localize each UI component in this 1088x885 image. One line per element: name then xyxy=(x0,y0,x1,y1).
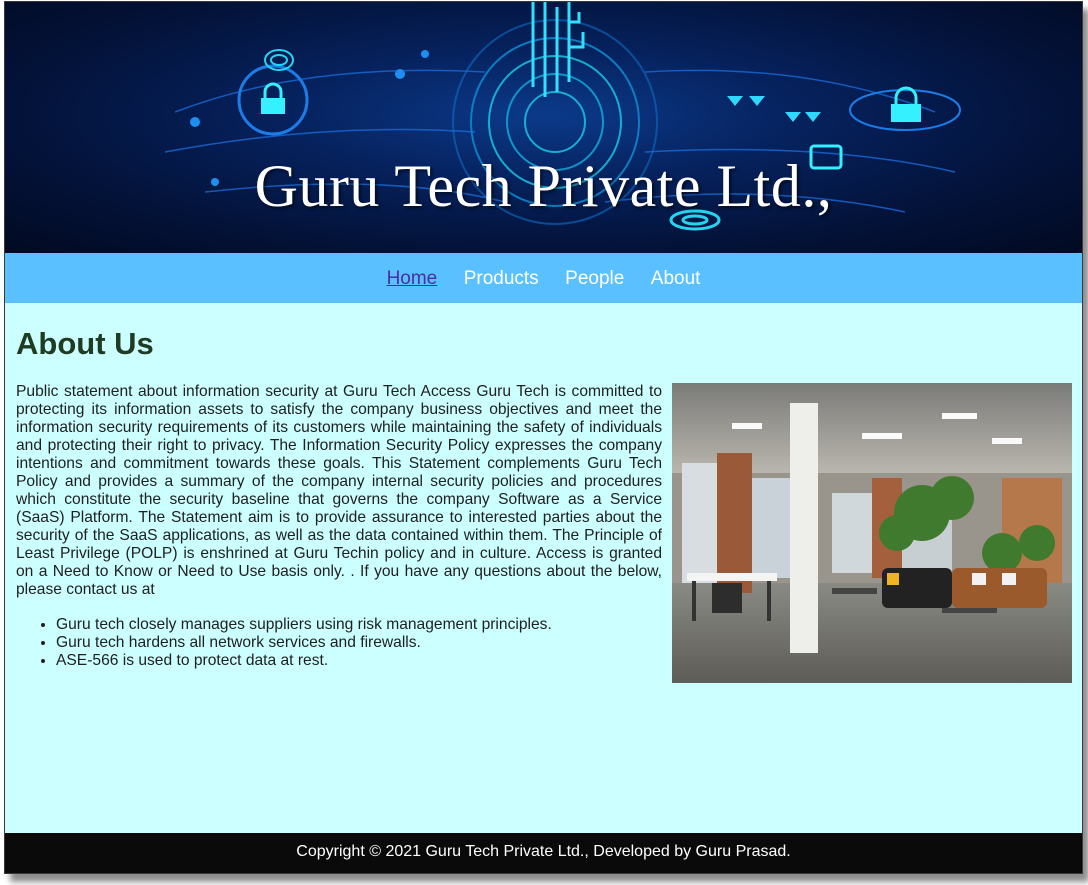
main-navigation: Home Products People About xyxy=(5,253,1082,303)
security-statement-paragraph: Public statement about information secur… xyxy=(16,383,662,598)
page-heading: About Us xyxy=(16,326,154,361)
copyright-text: Copyright © 2021 Guru Tech Private Ltd.,… xyxy=(296,843,791,860)
page-frame: Guru Tech Private Ltd., Home Products Pe… xyxy=(4,1,1083,874)
nav-about-link[interactable]: About xyxy=(651,253,701,305)
banner: Guru Tech Private Ltd., xyxy=(5,2,1082,253)
security-bullet-list: Guru tech closely manages suppliers usin… xyxy=(16,616,696,670)
office-photo xyxy=(672,383,1072,683)
footer: Copyright © 2021 Guru Tech Private Ltd.,… xyxy=(5,833,1082,873)
nav-products-link[interactable]: Products xyxy=(464,253,539,305)
company-title: Guru Tech Private Ltd., xyxy=(254,153,833,219)
main-content: About Us Public statement about informat… xyxy=(16,302,1071,669)
list-item: ASE-566 is used to protect data at rest. xyxy=(56,652,696,670)
nav-people-link[interactable]: People xyxy=(565,253,624,305)
nav-home-link[interactable]: Home xyxy=(387,253,438,305)
list-item: Guru tech hardens all network services a… xyxy=(56,634,696,652)
list-item: Guru tech closely manages suppliers usin… xyxy=(56,616,696,634)
